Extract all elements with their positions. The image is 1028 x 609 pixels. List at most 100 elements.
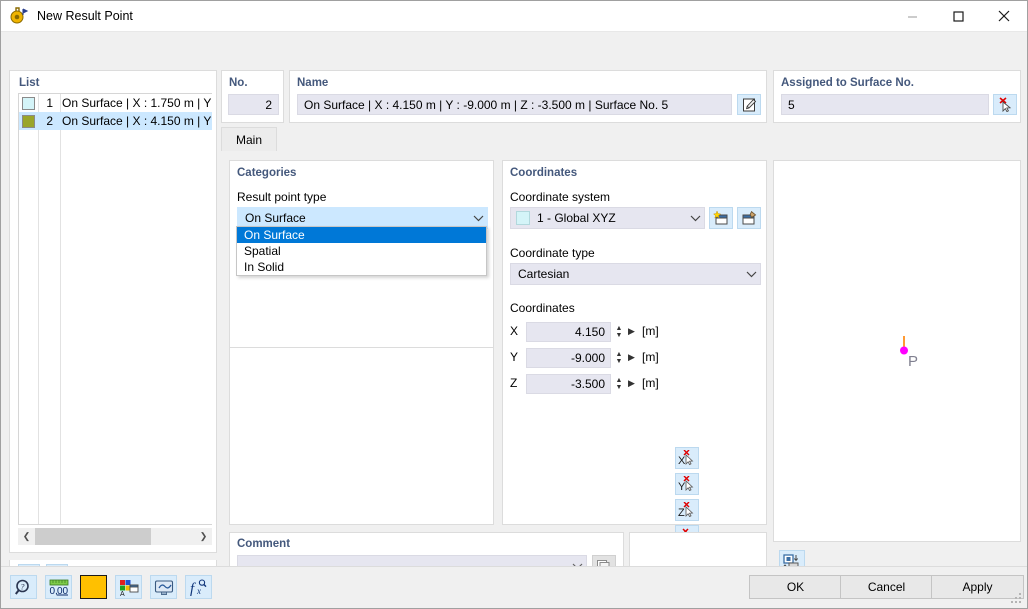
dialog-body: List 1 On Surface | X : 1.750 m | Y : -6…: [1, 32, 1027, 608]
spinner-down-icon[interactable]: ▼: [616, 384, 623, 391]
assigned-surface-input[interactable]: 5: [781, 94, 989, 115]
window-controls: [889, 1, 1027, 32]
spinner-down-icon[interactable]: ▼: [616, 358, 623, 365]
magnifier-question-icon[interactable]: ?: [10, 575, 37, 599]
title-bar: New Result Point: [1, 1, 1027, 32]
axis-label-z: Z: [510, 376, 518, 390]
name-panel-title: Name: [297, 77, 329, 89]
maximize-button[interactable]: [935, 1, 981, 32]
tab-strip: Main: [221, 127, 1021, 151]
spinner-x[interactable]: ▲ ▼: [614, 323, 624, 341]
pick-x-icon[interactable]: X: [675, 447, 699, 469]
list-item[interactable]: 2 On Surface | X : 4.150 m | Y : -9.0: [19, 112, 212, 130]
chevron-down-icon: [742, 270, 760, 278]
resize-grip[interactable]: [1011, 593, 1023, 605]
result-point-marker: P: [898, 336, 928, 373]
assigned-surface-title: Assigned to Surface No.: [781, 77, 914, 89]
comment-title: Comment: [237, 538, 291, 550]
coordinate-system-combo[interactable]: 1 - Global XYZ: [510, 207, 705, 229]
coordinate-input-z[interactable]: -3.500: [526, 374, 611, 394]
scroll-right-button[interactable]: ❯: [195, 528, 212, 545]
scroll-track[interactable]: [35, 528, 195, 545]
more-arrow-y-icon[interactable]: ▶: [628, 352, 635, 363]
unit-label-y: [m]: [642, 350, 659, 364]
axis-label-y: Y: [510, 350, 519, 364]
coordinate-system-label: Coordinate system: [510, 190, 611, 204]
result-point-icon: [9, 6, 29, 26]
scroll-left-button[interactable]: ❮: [18, 528, 35, 545]
list-horizontal-scrollbar[interactable]: ❮ ❯: [18, 528, 212, 545]
coordinate-input-y[interactable]: -9.000: [526, 348, 611, 368]
coordinate-type-combo[interactable]: Cartesian: [510, 263, 761, 285]
name-input[interactable]: On Surface | X : 4.150 m | Y : -9.000 m …: [297, 94, 732, 115]
svg-text:X: X: [678, 455, 686, 466]
new-result-point-dialog: New Result Point List 1 On Surface | X:…: [0, 0, 1028, 609]
pick-y-icon[interactable]: Y: [675, 473, 699, 495]
list-item-description: On Surface | X : 1.750 m | Y : -6.9: [62, 96, 212, 110]
svg-text:Y: Y: [678, 481, 686, 492]
coordinates-group-label: Coordinates: [510, 301, 575, 315]
categories-extra-panel: [229, 347, 494, 525]
edit-pencil-icon[interactable]: [737, 94, 761, 115]
name-panel: Name On Surface | X : 4.150 m | Y : -9.0…: [289, 70, 767, 123]
list-item-number: 2: [46, 114, 53, 128]
categories-title: Categories: [237, 167, 297, 179]
result-point-type-dropdown[interactable]: On Surface Spatial In Solid: [236, 226, 487, 276]
close-button[interactable]: [981, 1, 1027, 32]
coordinates-panel: Coordinates Coordinate system 1 - Global…: [502, 160, 767, 547]
more-arrow-x-icon[interactable]: ▶: [628, 326, 635, 337]
pick-z-icon[interactable]: Z: [675, 499, 699, 521]
monitor-icon[interactable]: [150, 575, 177, 599]
spinner-up-icon[interactable]: ▲: [616, 325, 623, 332]
scroll-thumb[interactable]: [35, 528, 151, 545]
more-arrow-z-icon[interactable]: ▶: [628, 378, 635, 389]
chevron-down-icon: [686, 214, 704, 222]
number-format-icon[interactable]: 0, 00: [45, 575, 72, 599]
unit-label-x: [m]: [642, 324, 659, 338]
dropdown-option-spatial[interactable]: Spatial: [237, 243, 486, 259]
list-panel: List 1 On Surface | X : 1.750 m | Y : -6…: [9, 70, 217, 553]
svg-text:Z: Z: [678, 507, 685, 518]
color-swatch-icon[interactable]: [80, 575, 107, 599]
dropdown-option-on-surface[interactable]: On Surface: [237, 227, 486, 243]
spinner-y[interactable]: ▲ ▼: [614, 349, 624, 367]
function-icon[interactable]: f x: [185, 575, 212, 599]
new-coordinate-system-icon[interactable]: [709, 207, 733, 229]
result-point-type-label: Result point type: [237, 190, 327, 204]
color-swatch: [22, 96, 35, 110]
edit-coordinate-system-icon[interactable]: [737, 207, 761, 229]
coordinate-system-value: 1 - Global XYZ: [537, 211, 616, 225]
pick-cursor-icon[interactable]: [993, 94, 1017, 115]
list-number-column: [39, 94, 61, 524]
spinner-down-icon[interactable]: ▼: [616, 332, 623, 339]
display-properties-icon[interactable]: A: [115, 575, 142, 599]
assigned-surface-panel: Assigned to Surface No. 5: [773, 70, 1021, 123]
svg-text:A: A: [120, 591, 125, 596]
coordinates-title: Coordinates: [510, 167, 578, 179]
coordinate-row-z: Z -3.500 ▲ ▼ ▶ [m]: [510, 374, 760, 394]
list-item[interactable]: 1 On Surface | X : 1.750 m | Y : -6.9: [19, 94, 212, 112]
ok-button[interactable]: OK: [749, 575, 842, 599]
result-point-list[interactable]: 1 On Surface | X : 1.750 m | Y : -6.9 2 …: [18, 93, 212, 525]
number-panel: No. 2: [221, 70, 284, 123]
coordinate-row-y: Y -9.000 ▲ ▼ ▶ [m]: [510, 348, 760, 368]
coordinate-input-x[interactable]: 4.150: [526, 322, 611, 342]
minimize-button[interactable]: [889, 1, 935, 32]
tab-main[interactable]: Main: [221, 127, 278, 151]
svg-text:x: x: [196, 586, 201, 596]
svg-text:?: ?: [20, 581, 25, 591]
spinner-up-icon[interactable]: ▲: [616, 377, 623, 384]
dropdown-option-in-solid[interactable]: In Solid: [237, 259, 486, 275]
axis-label-x: X: [510, 324, 519, 338]
number-field[interactable]: 2: [228, 94, 279, 115]
coordinate-type-label: Coordinate type: [510, 246, 595, 260]
spinner-up-icon[interactable]: ▲: [616, 351, 623, 358]
preview-panel[interactable]: P: [773, 160, 1021, 542]
coordinate-system-swatch: [516, 211, 530, 225]
spinner-z[interactable]: ▲ ▼: [614, 375, 624, 393]
coordinate-row-x: X 4.150 ▲ ▼ ▶ [m]: [510, 322, 760, 342]
result-point-label: P: [908, 353, 918, 370]
cancel-button[interactable]: Cancel: [840, 575, 933, 599]
list-panel-title: List: [19, 77, 40, 89]
number-panel-title: No.: [229, 77, 248, 89]
